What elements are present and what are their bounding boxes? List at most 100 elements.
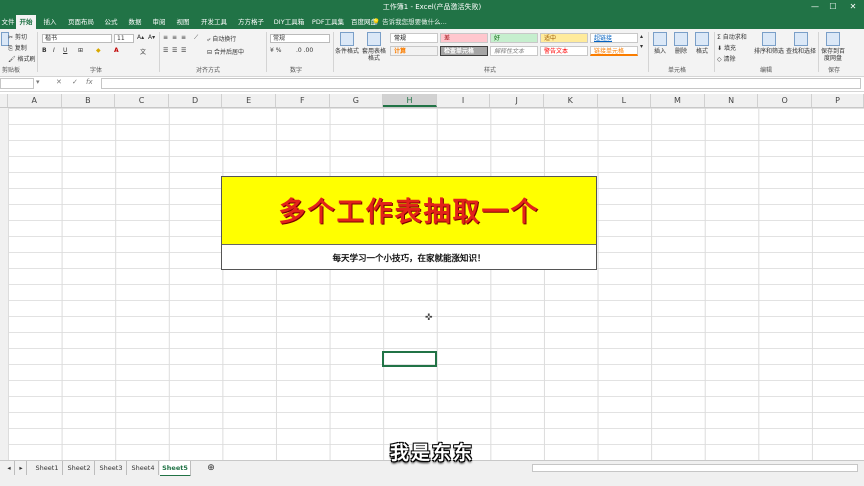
bold-button[interactable]: B — [42, 47, 47, 54]
style-neutral[interactable]: 适中 — [540, 33, 588, 43]
column-header[interactable]: I — [437, 94, 491, 107]
border-icon[interactable]: ⊞ — [78, 47, 83, 54]
enter-formula-icon[interactable]: ✓ — [72, 78, 78, 86]
align-right-icon[interactable]: ☰ — [181, 47, 186, 54]
column-header[interactable]: F — [276, 94, 330, 107]
column-header[interactable]: M — [651, 94, 705, 107]
column-header[interactable]: N — [705, 94, 759, 107]
wrap-text-button[interactable]: ⤶ 自动换行 — [207, 34, 236, 44]
banner-title-cell[interactable]: 多个工作表抽取一个 — [222, 177, 596, 245]
align-left-icon[interactable]: ☰ — [163, 47, 168, 54]
style-check-cell[interactable]: 检查单元格 — [440, 46, 488, 56]
fill-button[interactable]: ⬇ 填充 — [717, 43, 736, 52]
decimal-icon[interactable]: .0 .00 — [296, 47, 313, 54]
find-select-button[interactable]: 查找和选择 — [786, 32, 816, 64]
column-header[interactable]: P — [812, 94, 864, 107]
style-linked-cell[interactable]: 链接单元格 — [590, 46, 638, 56]
clear-button[interactable]: ◇ 清除 — [717, 54, 736, 63]
column-header[interactable]: E — [222, 94, 276, 107]
column-header[interactable]: C — [115, 94, 169, 107]
autosum-button[interactable]: Σ 自动求和 — [717, 32, 747, 41]
currency-icon[interactable]: ¥ % — [270, 47, 281, 54]
style-bad[interactable]: 差 — [440, 33, 488, 43]
copy-button[interactable]: ⎘ 复制 — [8, 43, 27, 53]
align-bottom-icon[interactable]: ≡ — [181, 34, 186, 41]
fill-color-icon[interactable]: ◆ — [96, 47, 101, 54]
delete-cells-button[interactable]: 删除 — [671, 32, 691, 64]
styles-scroll-up-icon[interactable]: ▴ — [640, 33, 643, 40]
tab-pdf-tools[interactable]: PDF工具集 — [310, 15, 346, 29]
column-header[interactable]: A — [8, 94, 62, 107]
style-good[interactable]: 好 — [490, 33, 538, 43]
tab-file[interactable]: 文件 — [0, 15, 16, 29]
style-calculation[interactable]: 计算 — [390, 46, 438, 56]
name-box[interactable] — [0, 78, 34, 89]
font-name-combo[interactable]: 楷书 — [42, 34, 112, 43]
cancel-formula-icon[interactable]: ✕ — [56, 78, 62, 86]
column-header[interactable]: O — [758, 94, 812, 107]
underline-button[interactable]: U — [63, 47, 67, 54]
tab-page-layout[interactable]: 页面布局 — [64, 15, 98, 29]
format-cells-button[interactable]: 格式 — [692, 32, 712, 64]
tab-fangfang[interactable]: 方方格子 — [234, 15, 268, 29]
cut-button[interactable]: ✂ 剪切 — [8, 32, 27, 41]
tab-formulas[interactable]: 公式 — [102, 15, 120, 29]
save-baidu-button[interactable]: 保存到百度网盘 — [820, 32, 846, 64]
insert-cells-button[interactable]: 插入 — [650, 32, 670, 64]
style-explanatory[interactable]: 解释性文本 — [490, 46, 538, 56]
format-as-table-icon — [367, 32, 381, 46]
cell-grid[interactable] — [8, 108, 864, 460]
tab-view[interactable]: 视图 — [174, 15, 192, 29]
tab-insert[interactable]: 插入 — [40, 15, 60, 29]
style-hyperlink[interactable]: 超链接 — [590, 33, 638, 43]
phonetic-icon[interactable]: 文 — [140, 47, 146, 56]
number-format-combo[interactable]: 常规 — [270, 34, 330, 43]
column-header-selected[interactable]: H — [383, 94, 437, 107]
active-cell[interactable] — [382, 351, 437, 367]
column-header[interactable]: J — [490, 94, 544, 107]
italic-button[interactable]: I — [53, 47, 55, 54]
delete-cells-icon — [674, 32, 688, 46]
format-as-table-button[interactable]: 套用表格格式 — [362, 32, 386, 64]
select-all-corner[interactable] — [0, 94, 8, 107]
tab-home[interactable]: 开始 — [16, 15, 36, 29]
number-group-label: 数字 — [290, 67, 303, 74]
format-painter-button[interactable]: 🖌 格式刷 — [8, 54, 36, 63]
align-top-icon[interactable]: ≡ — [163, 34, 168, 41]
align-middle-icon[interactable]: ≡ — [172, 34, 177, 41]
format-cells-label: 格式 — [695, 48, 708, 55]
maximize-button[interactable]: ☐ — [826, 1, 840, 13]
tab-data[interactable]: 数据 — [126, 15, 144, 29]
column-header[interactable]: L — [598, 94, 652, 107]
grow-font-icon[interactable]: A▴ — [137, 34, 144, 41]
autosum-label: 自动求和 — [722, 34, 747, 41]
font-color-icon[interactable]: A — [114, 47, 119, 54]
column-header[interactable]: B — [62, 94, 116, 107]
cut-label: 剪切 — [14, 34, 27, 41]
formula-input[interactable] — [101, 78, 861, 89]
insert-function-icon[interactable]: fx — [86, 78, 93, 86]
name-box-dropdown-icon[interactable]: ▾ — [36, 78, 40, 86]
tab-developer[interactable]: 开发工具 — [198, 15, 230, 29]
tell-me-search[interactable]: 💡 告诉我您想要做什么... — [372, 15, 447, 29]
conditional-format-button[interactable]: 条件格式 — [335, 32, 359, 64]
column-header[interactable]: K — [544, 94, 598, 107]
font-size-combo[interactable]: 11 — [114, 34, 134, 43]
shrink-font-icon[interactable]: A▾ — [148, 34, 155, 41]
close-button[interactable]: ✕ — [846, 1, 860, 13]
minimize-button[interactable]: — — [808, 1, 822, 13]
tab-review[interactable]: 审阅 — [150, 15, 168, 29]
merge-center-button[interactable]: ⊟ 合并后居中 — [207, 47, 244, 56]
horizontal-scrollbar[interactable] — [532, 464, 858, 472]
title-banner[interactable]: 多个工作表抽取一个 每天学习一个小技巧，在家就能涨知识！ — [221, 176, 597, 270]
ribbon-separator — [37, 32, 38, 72]
styles-scroll-down-icon[interactable]: ▾ — [640, 43, 643, 50]
orientation-icon[interactable]: ⟋ — [194, 34, 198, 42]
sort-filter-button[interactable]: 排序和筛选 — [754, 32, 784, 64]
align-center-icon[interactable]: ☰ — [172, 47, 177, 54]
style-warning[interactable]: 警告文本 — [540, 46, 588, 56]
tab-diy-toolbox[interactable]: DIY工具箱 — [272, 15, 306, 29]
column-header[interactable]: G — [330, 94, 384, 107]
style-normal[interactable]: 常规 — [390, 33, 438, 43]
column-header[interactable]: D — [169, 94, 223, 107]
